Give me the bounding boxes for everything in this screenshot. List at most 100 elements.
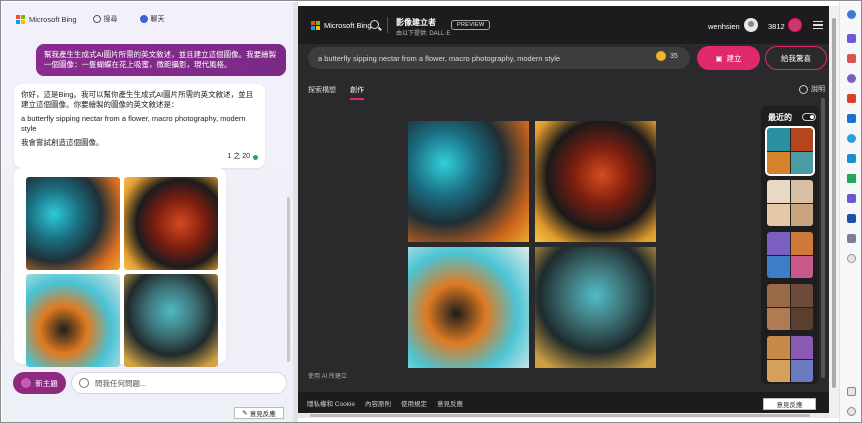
help-icon [799, 84, 808, 94]
tab-creations[interactable]: 創作 [350, 85, 364, 100]
header-divider [387, 17, 388, 33]
gear-icon[interactable] [847, 407, 856, 416]
prompt-input[interactable]: a butterfly sipping nectar from a flower… [308, 47, 690, 69]
microsoft-logo-icon [16, 14, 25, 24]
toolbox-icon[interactable] [847, 54, 856, 63]
cart-icon[interactable] [847, 154, 856, 163]
footer-link-feedback[interactable]: 意見反應 [437, 398, 463, 408]
new-topic-button[interactable]: 新主題 [13, 372, 66, 394]
sidebar-layout-icon[interactable] [847, 387, 856, 396]
generated-image-thumb[interactable] [26, 177, 120, 270]
username[interactable]: wenhsien [708, 22, 740, 31]
chat-icon [139, 15, 148, 23]
broom-icon [21, 378, 32, 388]
help-link[interactable]: 說明 [799, 84, 825, 94]
recent-item[interactable] [767, 336, 813, 382]
profile-icon[interactable] [847, 74, 856, 83]
menu-icon[interactable] [813, 21, 823, 29]
horizontal-scrollbar[interactable] [298, 413, 829, 418]
footer-link-terms[interactable]: 使用規定 [401, 398, 427, 408]
recent-item[interactable] [767, 284, 813, 330]
vertical-scroll-thumb[interactable] [832, 18, 836, 388]
edge-sidebar [839, 2, 861, 422]
horizontal-scroll-thumb[interactable] [310, 414, 810, 417]
generated-image[interactable] [408, 121, 529, 242]
chat-header: Microsoft Bing 搜尋 聊天 [2, 2, 293, 36]
tag-icon[interactable] [847, 34, 856, 43]
tools-icon[interactable] [847, 234, 856, 243]
search-icon [92, 15, 101, 23]
tab-chat[interactable]: 聊天 [134, 11, 171, 27]
bing-logo[interactable]: Microsoft Bing [311, 21, 372, 30]
search-icon[interactable] [370, 20, 379, 29]
prompt-text: a butterfly sipping nectar from a flower… [318, 53, 561, 63]
boost-count: 35 [670, 52, 678, 60]
tab-explore[interactable]: 探索構想 [308, 85, 336, 100]
drop-icon[interactable] [847, 134, 856, 143]
create-label: 建立 [726, 53, 742, 63]
microsoft-logo-icon [311, 21, 320, 30]
office-icon[interactable] [847, 94, 856, 103]
user-avatar-icon[interactable] [744, 18, 758, 32]
tab-search-label: 搜尋 [103, 16, 118, 23]
new-topic-label: 新主題 [35, 378, 58, 388]
bot-outro: 我會嘗試創造這個圖像。 [21, 138, 104, 147]
generated-image-thumb[interactable] [124, 177, 218, 270]
recent-scrollbar[interactable] [821, 98, 825, 378]
create-button[interactable]: ▣ 建立 [697, 46, 760, 70]
recent-item[interactable] [767, 232, 813, 278]
ask-input[interactable]: 問我任何問題... [71, 372, 287, 394]
recent-title: 最近的 [768, 113, 792, 122]
user-message: 幫我產生生成式AI圖片所需的英文敘述，並且建立這個圖像。我要繪製一個圖像：一隻蝴… [36, 44, 286, 76]
feedback-button[interactable]: ✎ 意見反應 [234, 407, 284, 419]
preview-badge: PREVIEW [451, 20, 491, 30]
brand-label: Microsoft Bing [324, 21, 372, 30]
bot-prompt: a butterfly sipping nectar from a flower… [21, 114, 246, 133]
turn-counter-text: 1 之 20 [227, 153, 250, 160]
rewards-score[interactable]: 3812 [768, 22, 785, 31]
feedback-label: 意見反應 [249, 411, 276, 418]
generated-image-thumb[interactable] [124, 274, 218, 367]
bot-intro: 你好，這是Bing。我可以幫你產生生成式AI圖片所需的英文敘述，並且建立這個圖像… [21, 90, 254, 109]
recent-item[interactable] [767, 180, 813, 226]
window: Microsoft Bing 搜尋 聊天 幫我產生生成式AI圖片所需的英文敘述，… [0, 0, 862, 423]
coin-icon [656, 51, 666, 61]
chat-scrollbar[interactable] [287, 197, 290, 362]
translate-icon[interactable] [847, 214, 856, 223]
toggle-icon[interactable] [802, 113, 816, 121]
generated-image[interactable] [535, 121, 656, 242]
tree-icon[interactable] [847, 174, 856, 183]
footer-link-privacy[interactable]: 隱私權和 Cookie [307, 398, 355, 408]
boost-counter: 35 [656, 51, 678, 61]
tab-search[interactable]: 搜尋 [87, 11, 124, 27]
generated-image-thumb[interactable] [26, 274, 120, 367]
generated-image[interactable] [408, 247, 529, 368]
help-label: 說明 [811, 86, 825, 93]
outlook-icon[interactable] [847, 114, 856, 123]
generated-images-card [14, 168, 226, 367]
footer-link-content-policy[interactable]: 內容原則 [365, 398, 391, 408]
turn-counter: 1 之 20 [21, 152, 258, 162]
creator-header: Microsoft Bing 影像建立者 由以下提供: DALL·E PREVI… [298, 6, 829, 44]
ms-bing-logo[interactable]: Microsoft Bing [16, 14, 77, 24]
creator-title: 影像建立者 [396, 18, 436, 27]
generated-image[interactable] [535, 247, 656, 368]
creator-feedback-label: 意見反應 [776, 402, 803, 409]
recent-item[interactable] [765, 126, 815, 176]
creator-feedback-button[interactable]: 意見反應 [763, 398, 816, 410]
vertical-scrollbar[interactable] [829, 6, 839, 418]
trophy-icon[interactable] [788, 18, 802, 32]
surprise-me-button[interactable]: 給我驚喜 [765, 46, 827, 70]
shopping-icon[interactable] [847, 194, 856, 203]
ask-placeholder: 問我任何問題... [95, 378, 147, 388]
bot-message: 你好，這是Bing。我可以幫你產生生成式AI圖片所需的英文敘述，並且建立這個圖像… [14, 84, 265, 168]
feedback-icon: ✎ [242, 410, 248, 417]
image-creator-pane: Microsoft Bing 影像建立者 由以下提供: DALL·E PREVI… [298, 6, 829, 418]
status-dot-icon [253, 154, 258, 160]
creator-subtitle: 由以下提供: DALL·E [396, 31, 451, 37]
bing-chat-icon[interactable] [847, 10, 856, 19]
chat-bubble-icon [79, 378, 89, 388]
add-icon[interactable] [847, 254, 856, 263]
made-with-ai-label: 使用 AI 所建立 [308, 374, 348, 380]
recent-panel: 最近的 [761, 106, 819, 384]
